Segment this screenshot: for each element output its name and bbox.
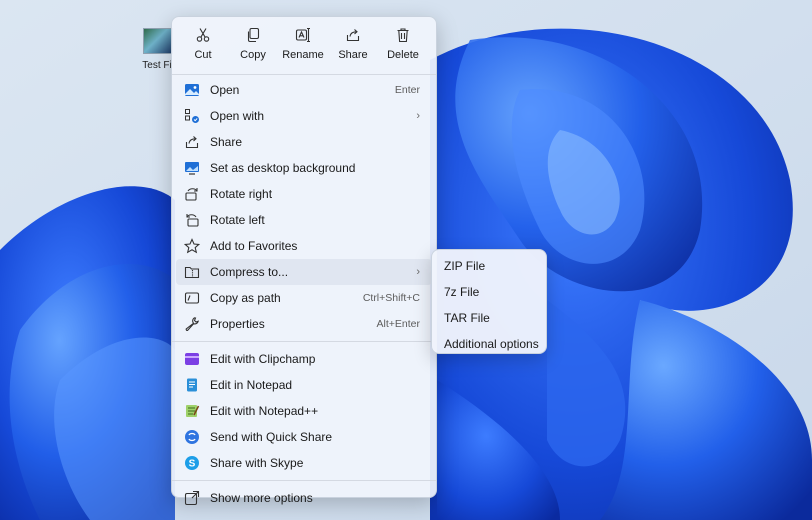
- share-label: Share: [338, 49, 368, 61]
- menu-item-label: Open with: [210, 109, 265, 123]
- quick-share-icon: [184, 429, 200, 445]
- compress-submenu: ZIP File 7z File TAR File Additional opt…: [431, 249, 547, 354]
- menu-item-share[interactable]: Share: [176, 129, 432, 155]
- menu-item-copy-as-path[interactable]: Copy as path Ctrl+Shift+C: [176, 285, 432, 311]
- notepad-icon: [184, 377, 200, 393]
- notepadpp-icon: [184, 403, 200, 419]
- rotate-right-icon: [184, 186, 200, 202]
- wrench-icon: [184, 316, 200, 332]
- star-icon: [184, 238, 200, 254]
- menu-item-label: Edit with Notepad++: [210, 404, 319, 418]
- menu-item-edit-in-notepad[interactable]: Edit in Notepad: [176, 372, 432, 398]
- shortcut-text: Alt+Enter: [376, 318, 420, 330]
- desktop-file-label: Test Fi: [142, 60, 172, 71]
- scissors-icon: [196, 28, 210, 42]
- menu-item-edit-with-clipchamp[interactable]: Edit with Clipchamp: [176, 346, 432, 372]
- menu-item-rotate-left[interactable]: Rotate left: [176, 207, 432, 233]
- shortcut-text: Ctrl+Shift+C: [362, 292, 420, 304]
- quick-action-bar: Cut Copy Rename Share Delete: [172, 17, 436, 69]
- chevron-right-icon: ›: [416, 110, 420, 122]
- cut-button[interactable]: Cut: [179, 25, 227, 69]
- menu-item-compress-to[interactable]: Compress to... ›: [176, 259, 432, 285]
- more-options-icon: [184, 490, 200, 506]
- menu-item-label: Properties: [210, 317, 265, 331]
- copy-button[interactable]: Copy: [229, 25, 277, 69]
- menu-item-add-to-favorites[interactable]: Add to Favorites: [176, 233, 432, 259]
- menu-item-share-with-skype[interactable]: S Share with Skype: [176, 450, 432, 476]
- menu-item-label: Add to Favorites: [210, 239, 298, 253]
- share-icon: [346, 29, 360, 42]
- menu-item-label: Open: [210, 83, 240, 97]
- share-button[interactable]: Share: [329, 25, 377, 69]
- menu-item-label: Edit in Notepad: [210, 378, 293, 392]
- cut-label: Cut: [194, 49, 212, 61]
- menu-item-label: Rotate right: [210, 187, 273, 201]
- shortcut-text: Enter: [394, 84, 420, 96]
- menu-item-label: Show more options: [210, 491, 313, 505]
- menu-item-label: Compress to...: [210, 265, 289, 279]
- clipchamp-icon: [184, 351, 200, 367]
- trash-icon: [397, 28, 409, 43]
- copy-label: Copy: [240, 49, 266, 61]
- desktop-background-icon: [184, 160, 200, 176]
- path-icon: [184, 290, 200, 306]
- menu-item-label: Copy as path: [210, 291, 281, 305]
- submenu-item-additional-options[interactable]: Additional options: [432, 331, 546, 357]
- menu-item-label: Edit with Clipchamp: [210, 352, 316, 366]
- rename-button[interactable]: Rename: [279, 25, 327, 69]
- delete-label: Delete: [387, 49, 419, 61]
- submenu-item-tar[interactable]: TAR File: [432, 305, 546, 331]
- skype-icon: S: [184, 455, 200, 471]
- rotate-left-icon: [184, 212, 200, 228]
- image-icon: [184, 82, 200, 98]
- context-menu: Cut Copy Rename Share Delete Open Enter …: [171, 16, 437, 506]
- delete-button[interactable]: Delete: [379, 25, 427, 69]
- menu-item-show-more-options[interactable]: Show more options: [176, 485, 432, 511]
- rename-icon: [295, 27, 310, 43]
- menu-item-rotate-right[interactable]: Rotate right: [176, 181, 432, 207]
- submenu-item-7z[interactable]: 7z File: [432, 279, 546, 305]
- chevron-right-icon: ›: [416, 266, 420, 278]
- menu-item-open[interactable]: Open Enter: [176, 77, 432, 103]
- menu-item-set-desktop-background[interactable]: Set as desktop background: [176, 155, 432, 181]
- zip-folder-icon: [184, 264, 200, 280]
- menu-item-label: Share: [210, 135, 243, 149]
- menu-item-label: Send with Quick Share: [210, 430, 333, 444]
- file-thumbnail: [143, 28, 173, 54]
- share-icon: [184, 134, 200, 150]
- copy-icon: [247, 27, 260, 43]
- menu-item-edit-with-notepadpp[interactable]: Edit with Notepad++: [176, 398, 432, 424]
- rename-label: Rename: [282, 49, 324, 61]
- menu-item-label: Set as desktop background: [210, 161, 356, 175]
- menu-item-send-with-quick-share[interactable]: Send with Quick Share: [176, 424, 432, 450]
- menu-item-open-with[interactable]: Open with ›: [176, 103, 432, 129]
- svg-text:S: S: [189, 459, 196, 470]
- menu-item-properties[interactable]: Properties Alt+Enter: [176, 311, 432, 337]
- open-with-icon: [184, 108, 200, 124]
- menu-item-label: Share with Skype: [210, 456, 304, 470]
- submenu-item-zip[interactable]: ZIP File: [432, 253, 546, 279]
- menu-item-label: Rotate left: [210, 213, 265, 227]
